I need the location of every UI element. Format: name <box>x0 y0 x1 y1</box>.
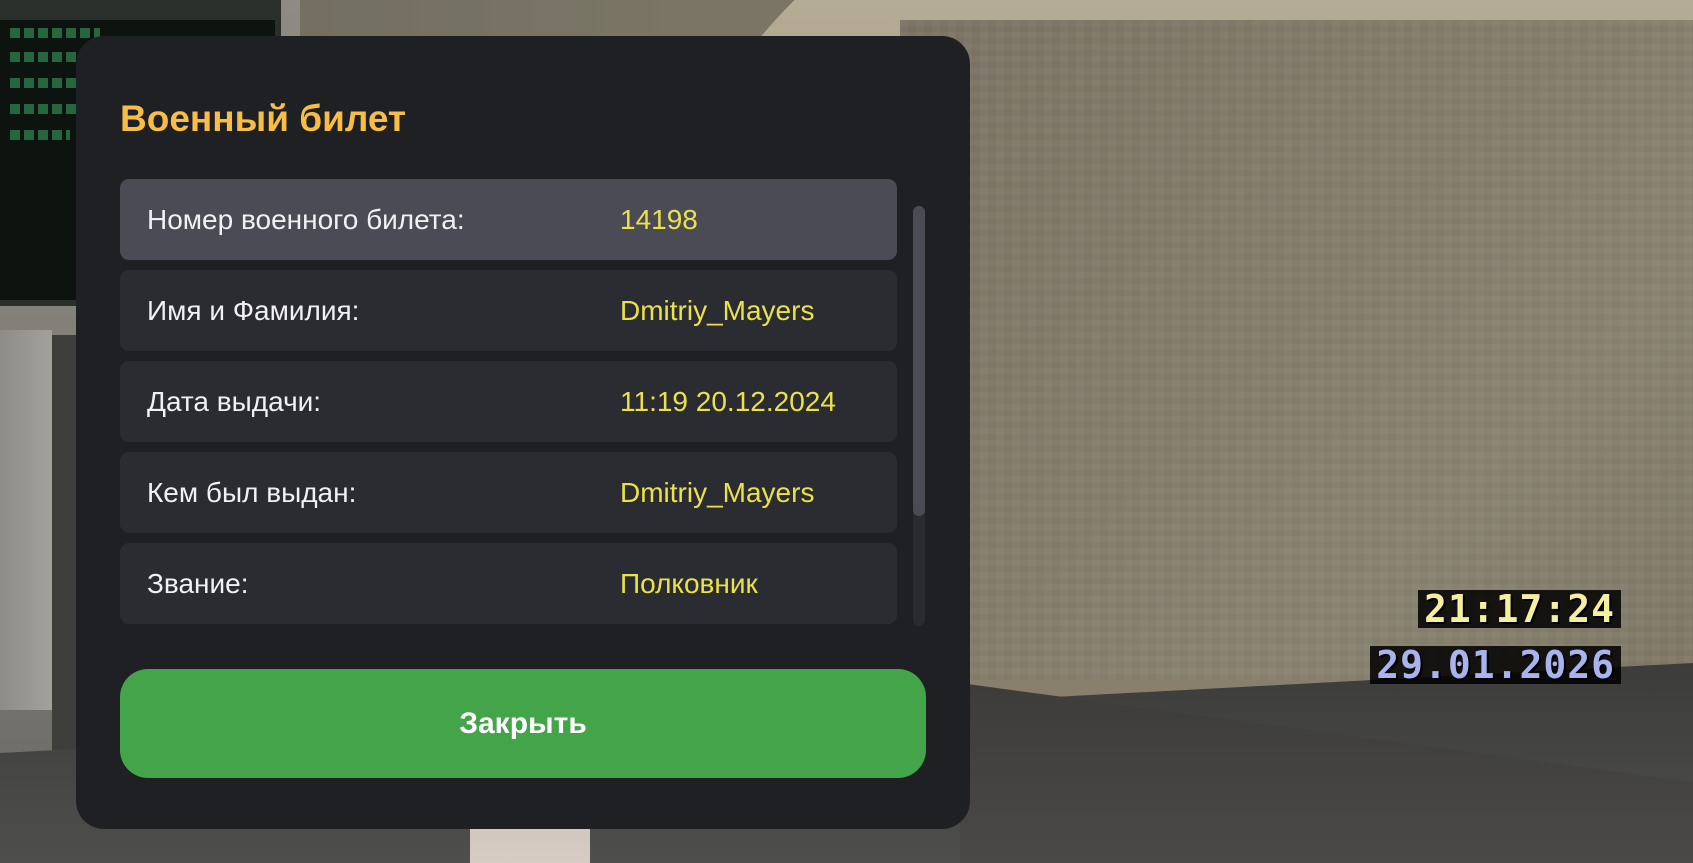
dialog-title: Военный билет <box>120 98 407 139</box>
row-value: 14198 <box>620 203 698 235</box>
close-button[interactable]: Закрыть <box>120 669 926 778</box>
info-list[interactable]: Номер военного билета: 14198 Имя и Фамил… <box>120 179 897 653</box>
row-value: 11:19 20.12.2024 <box>620 385 836 417</box>
row-label: Номер военного билета: <box>147 203 465 235</box>
row-label: Дата выдачи: <box>147 385 322 417</box>
hud-clock-time: 21:17:24 <box>1417 590 1621 628</box>
row-label: Звание: <box>147 567 249 599</box>
info-row-full-name[interactable]: Имя и Фамилия: Dmitriy_Mayers <box>120 270 897 351</box>
scene-pillar <box>0 330 52 710</box>
info-list-scrollbar[interactable] <box>913 206 925 626</box>
row-value: Полковник <box>620 567 758 599</box>
info-row-ticket-number[interactable]: Номер военного билета: 14198 <box>120 179 897 260</box>
row-value: Dmitriy_Mayers <box>620 294 815 326</box>
row-value: Dmitriy_Mayers <box>620 476 815 508</box>
scene-wall <box>900 20 1693 680</box>
info-row-rank[interactable]: Звание: Полковник <box>120 543 897 624</box>
info-row-issue-date[interactable]: Дата выдачи: 11:19 20.12.2024 <box>120 361 897 442</box>
row-label: Кем был выдан: <box>147 476 357 508</box>
hud-clock-date: 29.01.2026 <box>1370 646 1621 684</box>
row-label: Имя и Фамилия: <box>147 294 360 326</box>
info-row-issued-by[interactable]: Кем был выдан: Dmitriy_Mayers <box>120 452 897 533</box>
scrollbar-thumb[interactable] <box>913 206 925 516</box>
military-id-dialog: Военный билет Номер военного билета: 141… <box>76 36 970 829</box>
